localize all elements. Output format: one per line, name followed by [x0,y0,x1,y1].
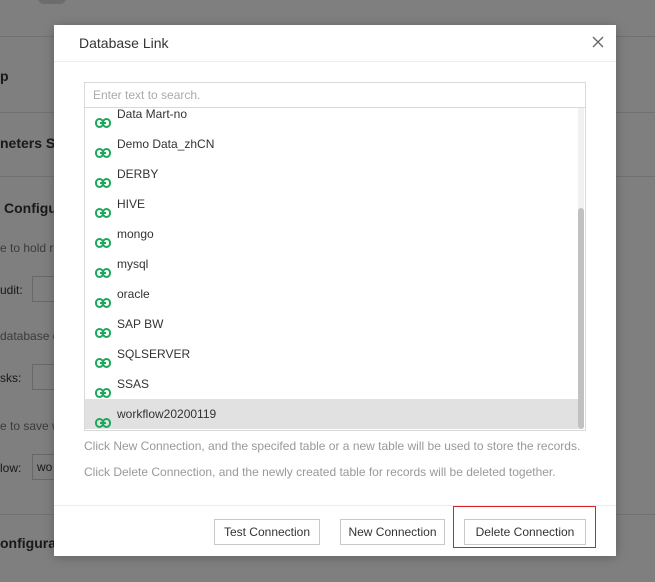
link-icon [95,199,111,218]
link-icon [95,229,111,248]
new-connection-hint: Click New Connection, and the specifed t… [84,439,581,453]
connection-list[interactable]: Data Mart-no Demo Data_zhCN DERBY HIVE mongo… [84,108,586,431]
list-scrollbar[interactable] [578,108,584,429]
link-icon [95,289,111,308]
list-item-label: HIVE [117,197,146,211]
delete-connection-hint: Click Delete Connection, and the newly c… [84,465,556,479]
delete-connection-button[interactable]: Delete Connection [464,519,586,545]
list-item-label: mysql [117,257,149,271]
list-item[interactable]: oracle [85,279,579,309]
scroll-thumb[interactable] [578,208,584,429]
search-input[interactable] [84,82,586,108]
dialog-footer: Test Connection New Connection Delete Co… [54,505,616,556]
list-item-label: DERBY [117,167,159,181]
list-item[interactable]: mysql [85,249,579,279]
list-item[interactable]: HIVE [85,189,579,219]
new-connection-button[interactable]: New Connection [340,519,445,545]
link-icon [95,139,111,158]
link-icon [95,259,111,278]
list-item[interactable]: Data Mart-no [85,108,579,129]
list-item-label: SQLSERVER [117,347,191,361]
list-item[interactable]: Demo Data_zhCN [85,129,579,159]
list-item[interactable]: SSAS [85,369,579,399]
list-item-label: SSAS [117,377,150,391]
list-item[interactable]: SAP BW [85,309,579,339]
database-link-dialog: Database Link Data Mart-no Demo Data_zhCN… [54,25,616,556]
link-icon [95,319,111,338]
dialog-header: Database Link [54,25,616,62]
list-item[interactable]: SQLSERVER [85,339,579,369]
list-item[interactable]: workflow20200119 [85,399,579,429]
link-icon [95,109,111,128]
list-item-label: oracle [117,287,150,301]
list-item-label: workflow20200119 [117,407,217,421]
link-icon [95,349,111,368]
list-item-label: Demo Data_zhCN [117,137,215,151]
test-connection-button[interactable]: Test Connection [214,519,320,545]
close-icon[interactable] [590,34,606,50]
link-icon [95,169,111,188]
list-item-label: SAP BW [117,317,164,331]
link-icon [95,379,111,398]
list-item-label: mongo [117,227,154,241]
list-item-label: Data Mart-no [117,108,188,121]
dialog-title: Database Link [79,35,169,51]
link-icon [95,409,111,428]
list-item[interactable]: mongo [85,219,579,249]
list-item[interactable]: DERBY [85,159,579,189]
